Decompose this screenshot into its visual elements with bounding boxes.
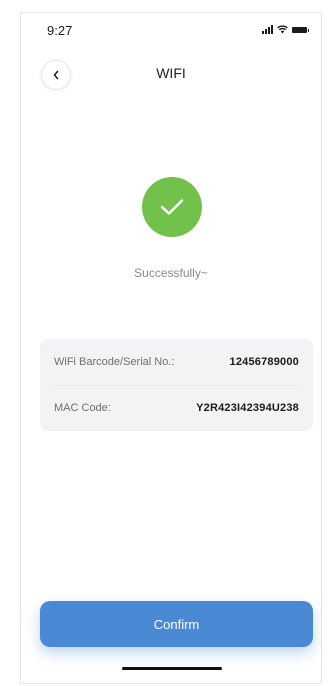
mac-code-value: Y2R423I42394U238 <box>196 402 299 414</box>
success-message: Successfully~ <box>134 266 208 280</box>
checkmark-icon <box>160 199 184 215</box>
page-title: WIFI <box>156 65 186 81</box>
device-info-card: WiFi Barcode/Serial No.: 12456789000 MAC… <box>40 339 313 431</box>
success-icon <box>142 177 202 237</box>
wifi-icon <box>277 25 288 34</box>
cellular-signal-icon <box>262 25 273 34</box>
status-time: 9:27 <box>47 23 73 38</box>
serial-number-value: 12456789000 <box>229 356 299 368</box>
serial-number-label: WiFi Barcode/Serial No.: <box>54 356 175 368</box>
mac-code-row: MAC Code: Y2R423I42394U238 <box>54 385 299 431</box>
status-bar: 9:27 <box>21 13 321 47</box>
confirm-button[interactable]: Confirm <box>40 601 313 647</box>
battery-icon <box>292 27 309 33</box>
mac-code-label: MAC Code: <box>54 402 111 414</box>
home-indicator[interactable] <box>122 667 222 670</box>
serial-number-row: WiFi Barcode/Serial No.: 12456789000 <box>54 339 299 385</box>
status-icons <box>262 25 309 34</box>
phone-screen: 9:27 WIFI Successfully~ WiFi Barcode/Ser… <box>20 12 322 684</box>
